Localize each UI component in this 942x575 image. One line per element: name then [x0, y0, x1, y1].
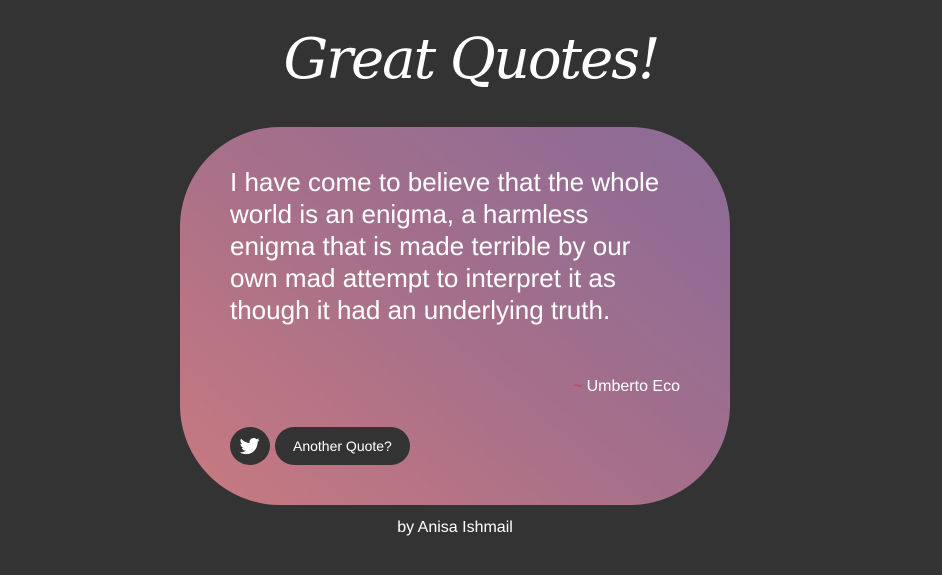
quote-author: ~ Umberto Eco	[573, 377, 680, 397]
another-quote-button[interactable]: Another Quote?	[275, 427, 410, 465]
page-title: Great Quotes!	[283, 27, 661, 92]
author-prefix: ~	[573, 378, 583, 395]
author-name: Umberto Eco	[586, 378, 680, 395]
quote-text: I have come to believe that the whole wo…	[230, 167, 660, 325]
footer-credit: by Anisa Ishmail	[397, 519, 513, 536]
tweet-button[interactable]	[230, 427, 270, 465]
quote-card: I have come to believe that the whole wo…	[180, 127, 730, 505]
twitter-icon	[240, 438, 260, 455]
